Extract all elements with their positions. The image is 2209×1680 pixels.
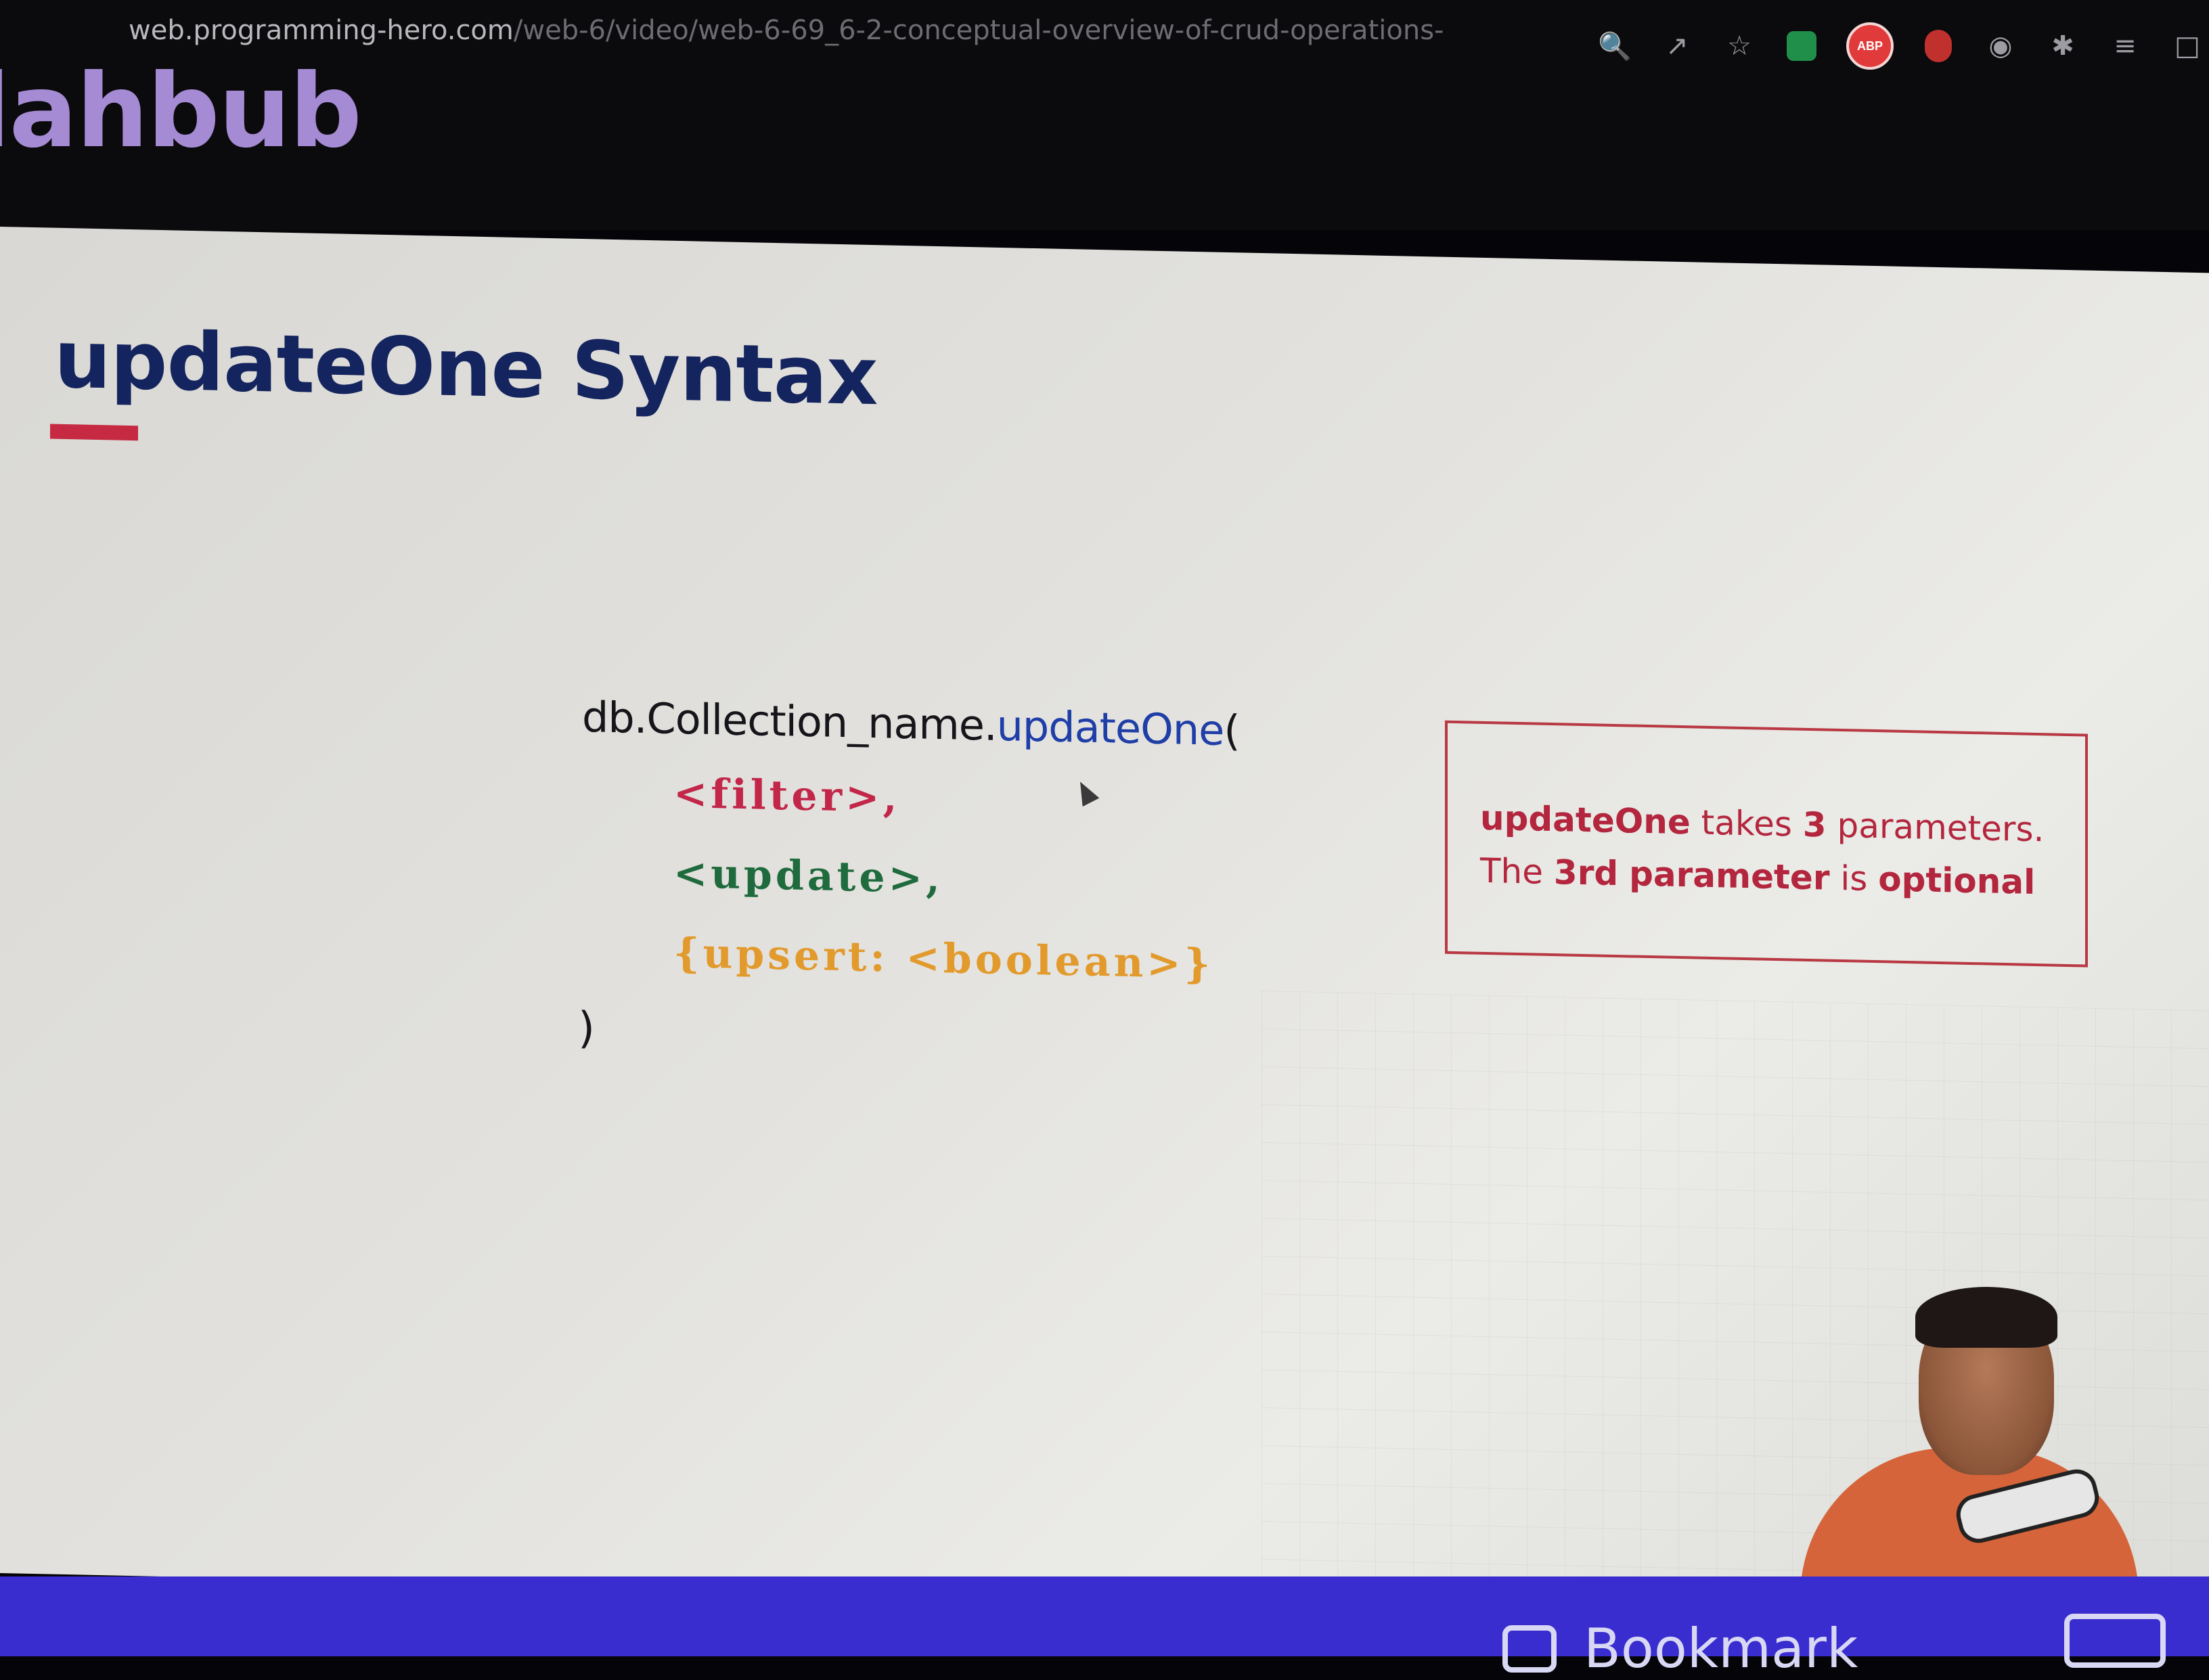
presenter-hair bbox=[1915, 1287, 2057, 1348]
code-method: updateOne bbox=[996, 700, 1224, 755]
code-param-filter: <filter>, bbox=[673, 769, 901, 822]
slide-title: updateOne Syntax bbox=[54, 312, 878, 424]
code-param-upsert: {upsert: <boolean>} bbox=[673, 929, 1214, 989]
extension-green-icon[interactable] bbox=[1784, 28, 1819, 64]
extension-red-icon[interactable] bbox=[1921, 28, 1956, 64]
note-count: 3 bbox=[1802, 804, 1827, 845]
site-brand[interactable]: lahbub bbox=[0, 53, 362, 171]
code-close-paren: ) bbox=[578, 1003, 595, 1054]
bookmark-button[interactable]: Bookmark bbox=[1502, 1617, 1858, 1680]
browser-chrome: web.programming-hero.com/web-6/video/web… bbox=[0, 0, 2209, 230]
note-parameters: parameters. bbox=[1837, 805, 2045, 850]
code-block: db.Collection_name.updateOne( <filter>, … bbox=[578, 692, 1240, 1053]
title-underline bbox=[50, 424, 138, 441]
code-prefix: db.Collection_name. bbox=[582, 692, 997, 750]
address-bar[interactable]: web.programming-hero.com/web-6/video/web… bbox=[0, 0, 1645, 61]
note-optional: optional bbox=[1878, 859, 2036, 902]
code-line-call: db.Collection_name.updateOne( bbox=[582, 692, 1240, 755]
bookmark-icon bbox=[1502, 1625, 1557, 1673]
reading-list-icon[interactable]: ≡ bbox=[2107, 28, 2143, 64]
zoom-icon[interactable]: 🔍 bbox=[1597, 28, 1632, 64]
bar-right-button[interactable] bbox=[2064, 1614, 2166, 1668]
code-param-update: <update>, bbox=[673, 849, 943, 903]
star-icon[interactable]: ☆ bbox=[1722, 28, 1757, 64]
note-the: The bbox=[1480, 850, 1543, 892]
note-box: updateOne takes 3 parameters. The 3rd pa… bbox=[1445, 720, 2088, 968]
url-path: /web-6/video/web-6-69_6-2-conceptual-ove… bbox=[513, 15, 1444, 46]
puzzle-icon[interactable]: ✱ bbox=[2045, 28, 2080, 64]
note-third: 3rd bbox=[1553, 853, 1619, 894]
player-bottom-bar: Bookmark bbox=[0, 1576, 2209, 1680]
note-is: is bbox=[1840, 858, 1868, 899]
mouse-cursor-icon bbox=[1071, 777, 1100, 807]
note-takes: takes bbox=[1701, 802, 1792, 844]
note-parameter: parameter bbox=[1629, 854, 1830, 898]
note-method: updateOne bbox=[1480, 798, 1691, 842]
share-icon[interactable]: ↗ bbox=[1659, 28, 1695, 64]
url-domain: web.programming-hero.com bbox=[129, 15, 514, 46]
presenter-webcam bbox=[1787, 1279, 2139, 1610]
bookmark-label: Bookmark bbox=[1584, 1617, 1858, 1680]
adblock-icon[interactable]: ABP bbox=[1846, 22, 1894, 70]
window-icon[interactable]: □ bbox=[2170, 28, 2205, 64]
extension-circle-icon[interactable]: ◉ bbox=[1983, 28, 2018, 64]
code-open-paren: ( bbox=[1224, 705, 1240, 756]
browser-toolbar: 🔍 ↗ ☆ ABP ◉ ✱ ≡ □ bbox=[1597, 19, 2205, 73]
